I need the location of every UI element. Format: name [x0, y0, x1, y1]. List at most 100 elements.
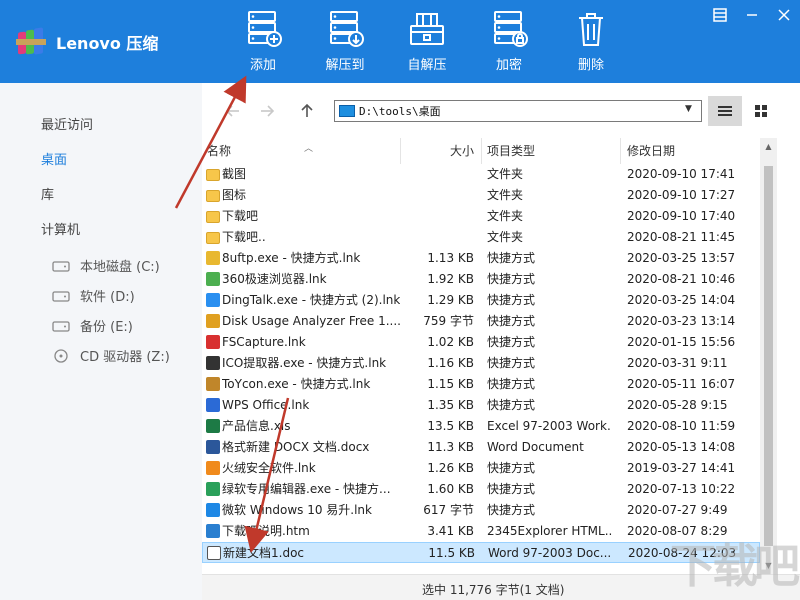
- up-button[interactable]: [296, 100, 318, 122]
- scroll-thumb[interactable]: [764, 166, 773, 546]
- column-name-label: 名称: [207, 144, 231, 158]
- self-extract-label: 自解压: [407, 54, 446, 73]
- file-name: ToYcon.exe - 快捷方式.lnk: [222, 374, 400, 395]
- shortcut-icon: [206, 503, 220, 517]
- file-row[interactable]: ToYcon.exe - 快捷方式.lnk1.15 KB快捷方式2020-05-…: [202, 374, 760, 395]
- file-date: 2020-07-27 9:49: [627, 500, 757, 521]
- sidebar-drive-d[interactable]: 软件 (D:): [52, 286, 135, 305]
- file-row[interactable]: 绿软专用编辑器.exe - 快捷方...1.60 KB快捷方式2020-07-1…: [202, 479, 760, 500]
- drive-icon: [52, 259, 70, 273]
- file-row[interactable]: 火绒安全软件.lnk1.26 KB快捷方式2019-03-27 14:41: [202, 458, 760, 479]
- file-date: 2020-09-10 17:27: [627, 185, 757, 206]
- shortcut-icon: [206, 398, 220, 412]
- back-button[interactable]: [222, 100, 244, 122]
- file-row[interactable]: 下载吧..文件夹2020-08-21 11:45: [202, 227, 760, 248]
- shortcut-icon: [206, 356, 220, 370]
- file-size: 1.02 KB: [404, 332, 474, 353]
- shortcut-icon: [206, 482, 220, 496]
- file-name: FSCapture.lnk: [222, 332, 400, 353]
- file-type: Word Document: [487, 437, 612, 458]
- shortcut-icon: [206, 251, 220, 265]
- file-row[interactable]: Disk Usage Analyzer Free 1....759 字节快捷方式…: [202, 311, 760, 332]
- column-header-name[interactable]: 名称 ︿: [207, 138, 397, 164]
- file-row[interactable]: 图标文件夹2020-09-10 17:27: [202, 185, 760, 206]
- scroll-up-icon[interactable]: ▲: [760, 138, 777, 155]
- delete-icon: [571, 10, 611, 48]
- file-row[interactable]: ICO提取器.exe - 快捷方式.lnk1.16 KB快捷方式2020-03-…: [202, 353, 760, 374]
- chevron-down-icon[interactable]: ▼: [685, 104, 697, 118]
- sidebar-item-computer[interactable]: 计算机: [41, 219, 80, 238]
- file-name: ICO提取器.exe - 快捷方式.lnk: [222, 353, 400, 374]
- file-name: DingTalk.exe - 快捷方式 (2).lnk: [222, 290, 400, 311]
- file-date: 2020-08-21 11:45: [627, 227, 757, 248]
- file-row[interactable]: 格式新建 DOCX 文档.docx11.3 KBWord Document202…: [202, 437, 760, 458]
- shortcut-icon: [206, 524, 220, 538]
- sidebar-drive-z[interactable]: CD 驱动器 (Z:): [52, 346, 170, 365]
- sidebar-item-library[interactable]: 库: [41, 184, 54, 203]
- encrypt-button[interactable]: 加密: [468, 10, 550, 74]
- add-button[interactable]: 添加: [222, 10, 304, 74]
- file-row[interactable]: 8uftp.exe - 快捷方式.lnk1.13 KB快捷方式2020-03-2…: [202, 248, 760, 269]
- file-type: 文件夹: [487, 164, 612, 185]
- lenovo-zip-logo-icon: [16, 28, 46, 56]
- file-size: 1.15 KB: [404, 374, 474, 395]
- column-header-date[interactable]: 修改日期: [627, 138, 757, 164]
- folder-icon: [206, 211, 220, 223]
- encrypt-label: 加密: [496, 54, 522, 73]
- sidebar-drive-c[interactable]: 本地磁盘 (C:): [52, 256, 160, 275]
- file-row[interactable]: 360极速浏览器.lnk1.92 KB快捷方式2020-08-21 10:46: [202, 269, 760, 290]
- column-header-size[interactable]: 大小: [404, 138, 474, 164]
- arrow-right-icon: [258, 102, 276, 120]
- file-row[interactable]: 微软 Windows 10 易升.lnk617 字节快捷方式2020-07-27…: [202, 500, 760, 521]
- delete-button[interactable]: 删除: [550, 10, 632, 74]
- vertical-scrollbar[interactable]: ▲ ▼: [760, 138, 777, 574]
- extract-to-button[interactable]: 解压到: [304, 10, 386, 74]
- menu-button[interactable]: [704, 0, 736, 30]
- minimize-button[interactable]: [736, 0, 768, 30]
- self-extract-button[interactable]: 自解压: [386, 10, 468, 74]
- file-size: 617 字节: [404, 500, 474, 521]
- column-divider[interactable]: [481, 138, 482, 164]
- close-icon: [777, 8, 791, 22]
- drive-label: 本地磁盘 (C:): [80, 256, 160, 275]
- drive-label: 备份 (E:): [80, 316, 133, 335]
- file-row[interactable]: DingTalk.exe - 快捷方式 (2).lnk1.29 KB快捷方式20…: [202, 290, 760, 311]
- file-type: 文件夹: [487, 227, 612, 248]
- folder-icon: [206, 190, 220, 202]
- column-header-type[interactable]: 项目类型: [487, 138, 612, 164]
- file-type: 快捷方式: [487, 353, 612, 374]
- file-name: 下载吧: [222, 206, 400, 227]
- file-row[interactable]: 产品信息.xls13.5 KBExcel 97-2003 Work...2020…: [202, 416, 760, 437]
- file-date: 2020-09-10 17:41: [627, 164, 757, 185]
- navigation-bar: D:\tools\桌面 ▼: [202, 90, 800, 134]
- file-row[interactable]: 截图文件夹2020-09-10 17:41: [202, 164, 760, 185]
- file-date: 2020-03-25 14:04: [627, 290, 757, 311]
- file-name: 360极速浏览器.lnk: [222, 269, 400, 290]
- column-divider[interactable]: [620, 138, 621, 164]
- address-bar[interactable]: D:\tools\桌面 ▼: [334, 100, 702, 122]
- file-type: 快捷方式: [487, 269, 612, 290]
- drive-icon: [52, 289, 70, 303]
- file-date: 2020-09-10 17:40: [627, 206, 757, 227]
- forward-button[interactable]: [256, 100, 278, 122]
- close-button[interactable]: [768, 0, 800, 30]
- minimize-icon: [745, 8, 759, 22]
- file-size: 759 字节: [404, 311, 474, 332]
- sidebar-drive-e[interactable]: 备份 (E:): [52, 316, 133, 335]
- list-view-icon: [718, 105, 732, 117]
- sidebar-item-desktop[interactable]: 桌面: [41, 149, 67, 168]
- list-view-button[interactable]: [708, 96, 742, 126]
- folder-icon: [206, 169, 220, 181]
- file-date: 2020-03-23 13:14: [627, 311, 757, 332]
- shortcut-icon: [206, 314, 220, 328]
- toolbar: 添加 解压到 自解压: [222, 10, 632, 74]
- file-row[interactable]: FSCapture.lnk1.02 KB快捷方式2020-01-15 15:56: [202, 332, 760, 353]
- sidebar-item-recent[interactable]: 最近访问: [41, 114, 93, 133]
- file-row[interactable]: 下载吧文件夹2020-09-10 17:40: [202, 206, 760, 227]
- file-row[interactable]: WPS Office.lnk1.35 KB快捷方式2020-05-28 9:15: [202, 395, 760, 416]
- add-label: 添加: [250, 54, 276, 73]
- file-name: 微软 Windows 10 易升.lnk: [222, 500, 400, 521]
- column-divider[interactable]: [400, 138, 401, 164]
- file-type: 快捷方式: [487, 248, 612, 269]
- grid-view-button[interactable]: [744, 96, 778, 126]
